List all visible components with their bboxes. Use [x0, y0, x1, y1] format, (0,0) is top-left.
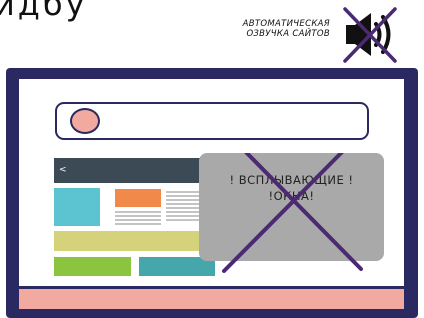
monitor-bottom-bar	[19, 289, 404, 309]
search-icon	[70, 108, 100, 134]
voice-caption: АВТОМАТИЧЕСКАЯ ОЗВУЧКА САЙТОВ	[210, 19, 330, 39]
content-block-green	[54, 257, 131, 276]
popup-window: ! ВСПЛЫВАЮЩИЕ ! !ОКНА!	[199, 153, 384, 273]
partial-heading-text: идбу	[0, 0, 88, 23]
site-header-bar: <	[54, 158, 214, 183]
text-lines-short	[115, 211, 161, 225]
cross-icon	[222, 153, 363, 273]
speaker-muted-icon	[343, 7, 397, 63]
content-block-olive	[54, 231, 212, 251]
search-bar[interactable]	[55, 102, 369, 140]
voice-caption-line-2: ОЗВУЧКА САЙТОВ	[246, 29, 330, 39]
content-block-teal	[54, 188, 100, 226]
content-block-orange	[115, 189, 161, 207]
voice-caption-line-1: АВТОМАТИЧЕСКАЯ	[242, 19, 330, 29]
chevron-left-icon[interactable]: <	[59, 165, 67, 175]
